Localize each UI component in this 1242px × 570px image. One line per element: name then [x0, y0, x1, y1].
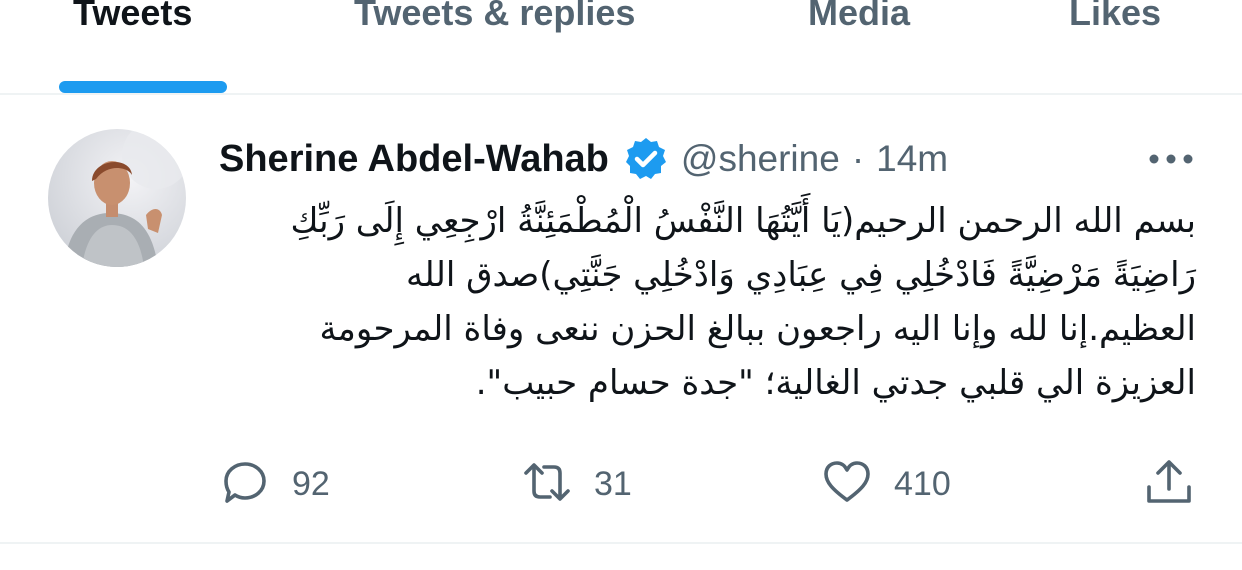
retweet-count: 31 [594, 464, 632, 503]
share-icon [1144, 457, 1194, 512]
author-name[interactable]: Sherine Abdel-Wahab [219, 138, 609, 181]
like-count: 410 [894, 464, 951, 503]
header-separator: · [851, 138, 865, 179]
like-button[interactable]: 410 [822, 458, 951, 510]
more-horizontal-icon[interactable] [1148, 148, 1194, 170]
tweet-timestamp[interactable]: 14m [876, 138, 948, 180]
tab-media[interactable]: Media [808, 0, 910, 34]
verified-badge-icon [623, 136, 669, 182]
avatar[interactable] [48, 129, 186, 267]
tweet-text: بسم الله الرحمن الرحيم(يَا أَيَّتُهَا ال… [230, 194, 1196, 410]
active-tab-indicator [59, 81, 227, 93]
tweet-text-line: العزيزة الي قلبي جدتي الغالية؛ "جدة حسام… [475, 363, 1196, 403]
tab-tweets-and-replies[interactable]: Tweets & replies [354, 0, 635, 34]
retweet-icon [522, 457, 572, 512]
tweet-text-line: العظيم.إنا لله وإنا اليه راجعون ببالغ ال… [319, 309, 1196, 349]
tweet-header: Sherine Abdel-Wahab @sherine · 14m [219, 136, 948, 182]
tab-likes[interactable]: Likes [1069, 0, 1161, 34]
author-handle[interactable]: @sherine [681, 138, 840, 180]
retweet-button[interactable]: 31 [522, 458, 632, 510]
reply-icon [220, 457, 270, 512]
profile-tabs: Tweets Tweets & replies Media Likes [0, 0, 1242, 94]
share-button[interactable] [1144, 458, 1194, 510]
tweet-text-line: رَاضِيَةً مَرْضِيَّةً فَادْخُلِي فِي عِب… [406, 255, 1196, 295]
tweet-text-line: بسم الله الرحمن الرحيم(يَا أَيَّتُهَا ال… [290, 201, 1196, 241]
heart-icon [822, 457, 872, 512]
tab-tweets[interactable]: Tweets [73, 0, 192, 34]
tabs-divider [0, 93, 1242, 95]
tweet-divider [0, 542, 1242, 544]
reply-count: 92 [292, 464, 330, 503]
reply-button[interactable]: 92 [220, 458, 330, 510]
tweet-actions: 92 31 410 [0, 458, 1242, 510]
